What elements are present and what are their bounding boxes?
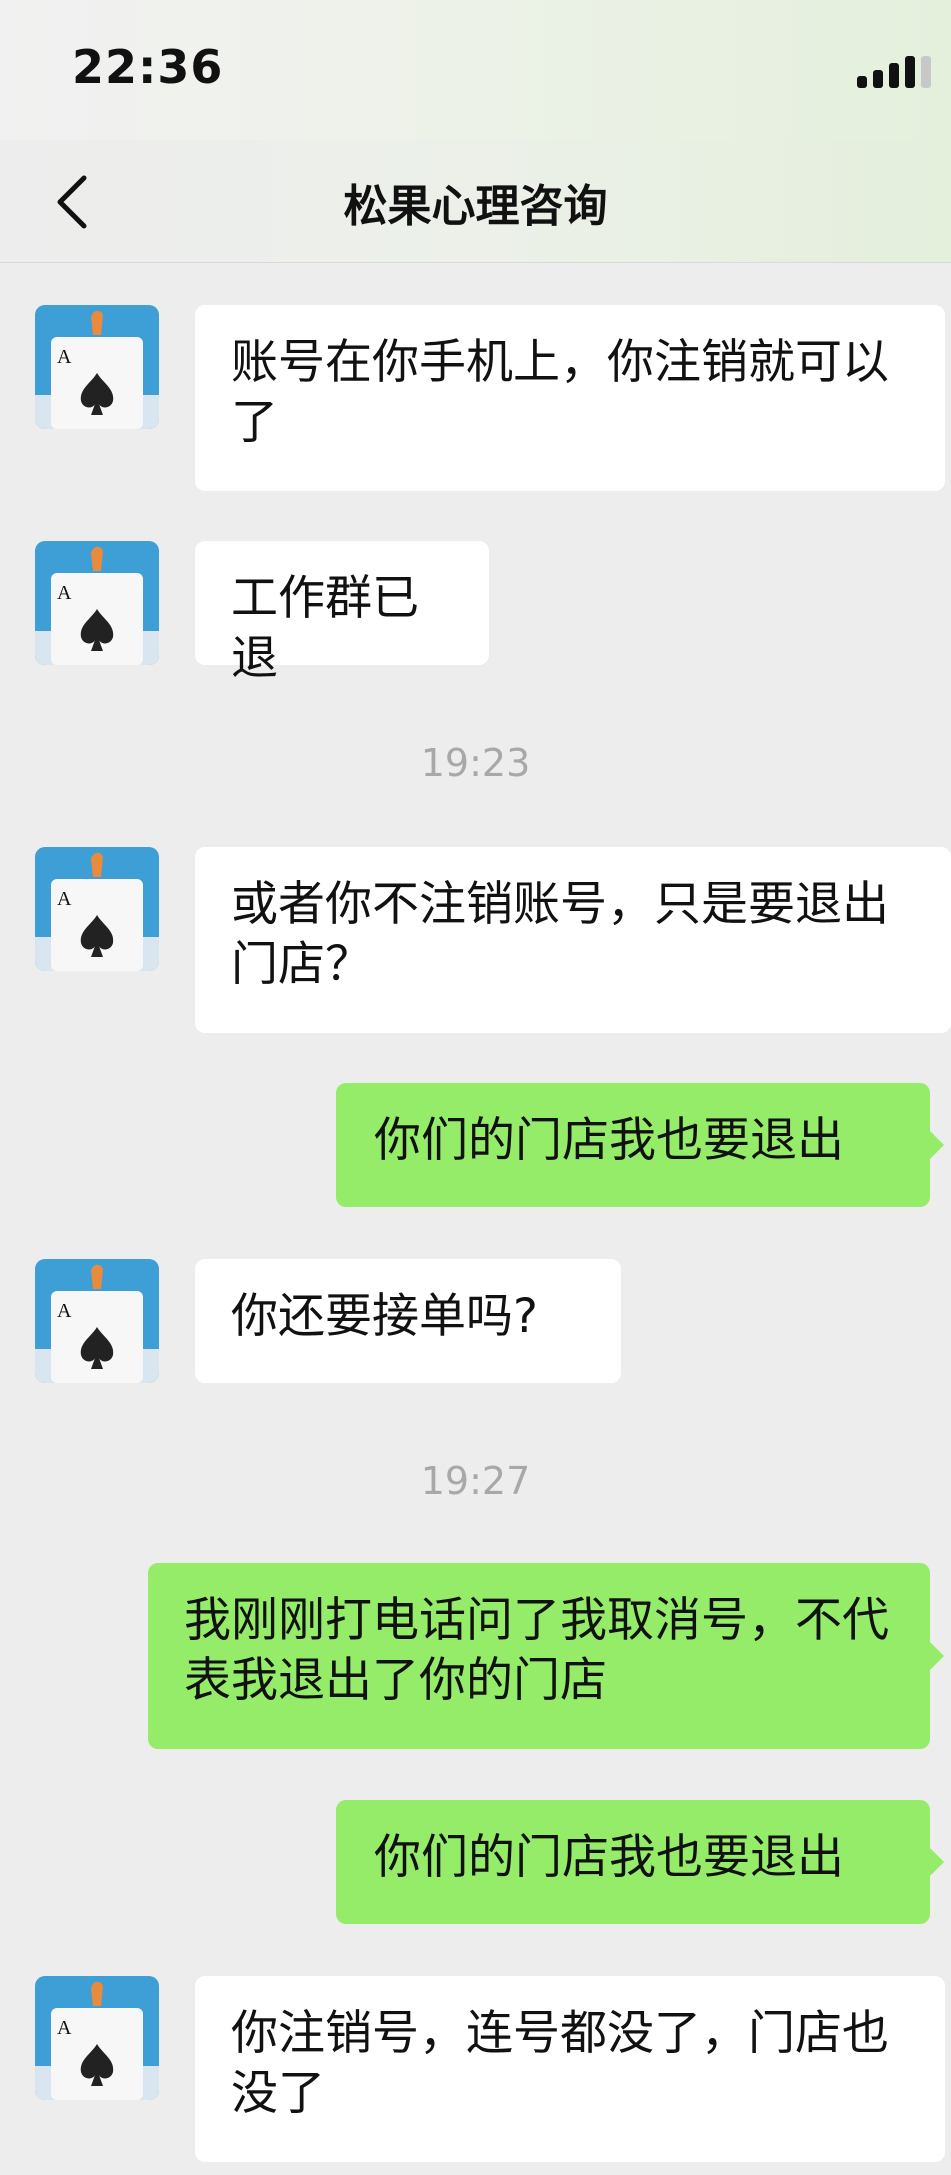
status-bar: 22:36	[0, 0, 951, 140]
nav-bar: 松果心理咨询	[0, 140, 951, 263]
message-bubble-incoming[interactable]: 你注销号，连号都没了，门店也没了	[195, 1976, 945, 2162]
svg-text:A: A	[57, 346, 72, 368]
message-timestamp: 19:27	[420, 1459, 531, 1503]
ace-of-spades-avatar-icon: A	[35, 305, 159, 429]
message-bubble-outgoing[interactable]: 我刚刚打电话问了我取消号，不代表我退出了你的门店	[148, 1563, 944, 1749]
message-bubble-outgoing[interactable]: 你们的门店我也要退出	[336, 1800, 944, 1924]
message-bubble-incoming[interactable]: 或者你不注销账号，只是要退出门店？	[195, 847, 951, 1033]
avatar[interactable]: A	[35, 541, 159, 665]
avatar[interactable]: A	[35, 1259, 159, 1383]
message-bubble-incoming[interactable]: 工作群已退	[195, 541, 489, 686]
ace-of-spades-avatar-icon: A	[35, 541, 159, 665]
avatar[interactable]: A	[35, 305, 159, 429]
avatar[interactable]: A	[35, 1976, 159, 2100]
chat-title: 松果心理咨询	[343, 181, 608, 232]
svg-text:A: A	[57, 2017, 72, 2039]
ace-of-spades-avatar-icon: A	[35, 847, 159, 971]
ace-of-spades-avatar-icon: A	[35, 1976, 159, 2100]
message-bubble-incoming[interactable]: 账号在你手机上，你注销就可以了	[195, 305, 945, 491]
message-bubble-incoming[interactable]: 你还要接单吗?	[195, 1259, 621, 1383]
svg-text:A: A	[57, 888, 72, 910]
message-bubble-outgoing[interactable]: 你们的门店我也要退出	[336, 1083, 944, 1207]
svg-text:A: A	[57, 1300, 72, 1322]
svg-text:A: A	[57, 582, 72, 604]
ace-of-spades-avatar-icon: A	[35, 1259, 159, 1383]
avatar[interactable]: A	[35, 847, 159, 971]
message-timestamp: 19:23	[420, 741, 531, 785]
status-time: 22:36	[72, 40, 224, 94]
signal-bars-icon	[857, 56, 937, 88]
